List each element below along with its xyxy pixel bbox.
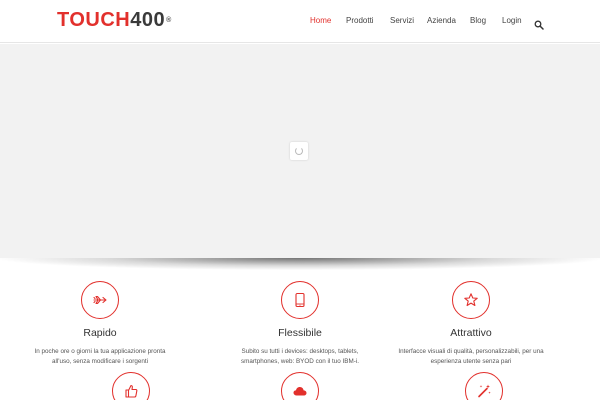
nav-item-home[interactable]: Home [310, 16, 331, 26]
feature-title: Attrattivo [450, 327, 492, 339]
star-icon [452, 281, 490, 319]
search-icon[interactable] [534, 15, 544, 30]
feature-description-line: all'uso, senza modificare i sorgenti [51, 358, 149, 365]
main-nav: Home Prodotti Servizi Azienda Blog Login [300, 0, 600, 43]
slider-shadow [0, 258, 600, 270]
feature-description-line: smartphones, web: BYOD con il tuo IBM-i. [241, 358, 359, 365]
airplane-icon [81, 281, 119, 319]
nav-item-azienda[interactable]: Azienda [427, 16, 456, 26]
feature-description: In poche ore o giorni la tua applicazion… [0, 347, 200, 367]
logo-text-400: 400 [130, 9, 166, 31]
tablet-icon [281, 281, 319, 319]
site-header: TOUCH400® Home Prodotti Servizi Azienda … [0, 0, 600, 43]
feature-description-line: Subito su tutti i devices: desktops, tab… [241, 348, 359, 355]
feature-description-line: Interfacce visuali di qualità, personali… [398, 348, 544, 355]
registered-mark: ® [166, 17, 172, 24]
magic-wand-icon [465, 372, 503, 400]
loading-spinner-icon [290, 142, 308, 160]
nav-item-blog[interactable]: Blog [470, 16, 486, 26]
logo-text-touch: TOUCH [57, 9, 131, 31]
feature-title: Flessibile [278, 327, 322, 339]
feature-description: Subito su tutti i devices: desktops, tab… [200, 347, 400, 367]
thumbs-up-icon [112, 372, 150, 400]
nav-item-servizi[interactable]: Servizi [390, 16, 414, 26]
cloud-icon [281, 372, 319, 400]
nav-item-prodotti[interactable]: Prodotti [346, 16, 374, 26]
feature-description-line: esperienza utente senza pari [430, 358, 512, 365]
feature-description-line: In poche ore o giorni la tua applicazion… [34, 348, 166, 355]
nav-item-login[interactable]: Login [502, 16, 522, 26]
feature-description: Interfacce visuali di qualità, personali… [371, 347, 571, 367]
feature-title: Rapido [83, 327, 117, 339]
logo[interactable]: TOUCH400® [57, 8, 172, 32]
